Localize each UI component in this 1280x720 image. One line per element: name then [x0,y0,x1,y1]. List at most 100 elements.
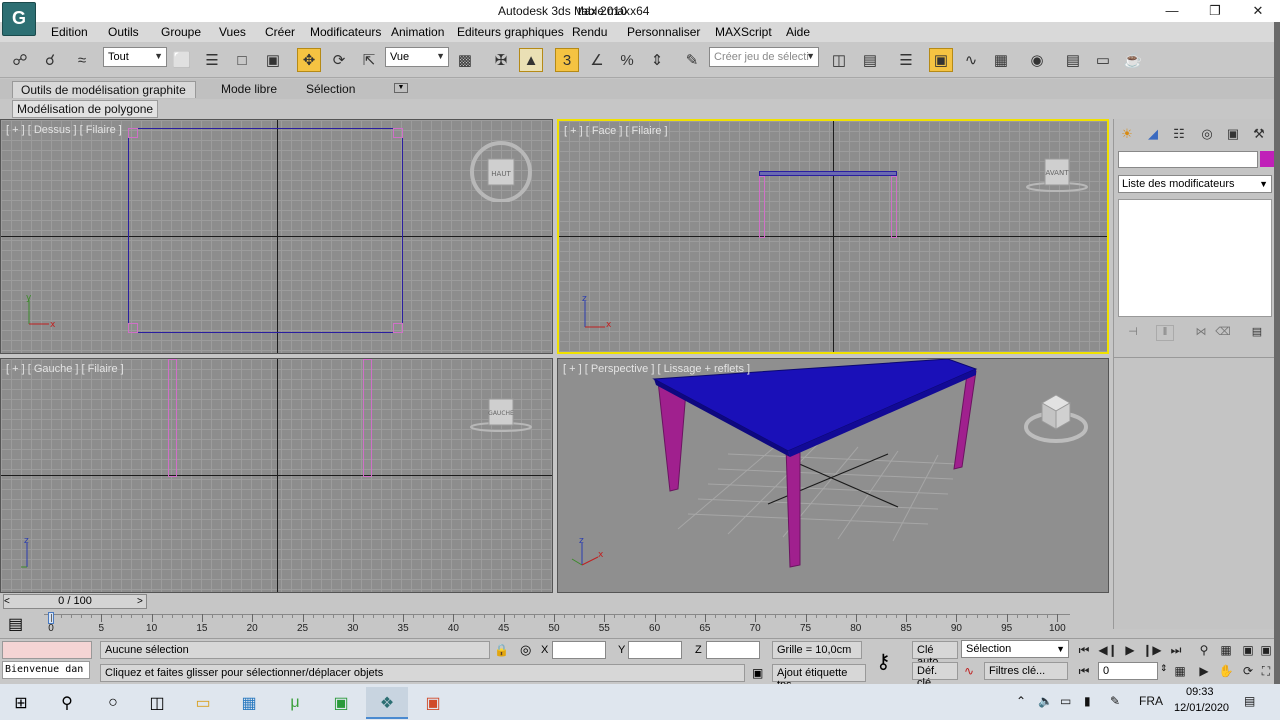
motion-tab-icon[interactable]: ◎ [1196,123,1218,145]
camtasia-icon[interactable]: ▣ [320,687,362,719]
modifier-list-dropdown[interactable]: Liste des modificateurs ▼ [1118,175,1272,193]
make-unique-icon[interactable]: ⋈ [1192,325,1210,341]
configure-sets-icon[interactable]: ▤ [1248,325,1266,341]
viewcube-left[interactable]: GAUCHE [469,391,533,455]
object-color-swatch[interactable] [1260,151,1274,167]
menu-modificateurs[interactable]: Modificateurs [310,25,381,39]
add-time-tag-button[interactable]: Ajout étiquette tps [772,664,866,691]
mirror-icon[interactable]: ◫ [827,48,851,72]
play-icon[interactable]: ▶ [1120,641,1140,659]
menu-groupe[interactable]: Groupe [161,25,201,39]
zoom-extents-all-icon[interactable]: ▣ [1256,641,1276,659]
x-coordinate-field[interactable] [552,641,606,659]
menu-aide[interactable]: Aide [786,25,810,39]
tab-graphite-modeling[interactable]: Outils de modélisation graphite [12,81,196,98]
cortana-icon[interactable]: ○ [92,687,134,719]
viewcube-top[interactable]: HAUT [469,138,533,202]
time-tag-icon[interactable]: ▣ [752,666,763,680]
curve-editor-mini-icon[interactable]: ▤ [8,614,32,636]
display-tab-icon[interactable]: ▣ [1222,123,1244,145]
modifier-stack[interactable] [1118,199,1272,317]
current-frame-field[interactable]: 0 [1098,662,1158,680]
key-filters-button[interactable]: Filtres clé... [984,662,1068,680]
material-editor-icon[interactable]: ◉ [1025,48,1049,72]
object-name-field[interactable] [1118,151,1258,168]
next-frame-icon[interactable]: ❙▶ [1142,641,1162,659]
time-config-icon[interactable]: ▦ [1170,662,1190,680]
viewport-label[interactable]: [ + ] [ Dessus ] [ Filaire ] [6,124,122,136]
hierarchy-tab-icon[interactable]: ☷ [1168,123,1190,145]
maximize-viewport-icon[interactable]: ⛶ [1256,662,1276,680]
pin-stack-icon[interactable]: ⊣ [1124,325,1142,341]
menu-animation[interactable]: Animation [391,25,444,39]
menu-rendu[interactable]: Rendu [572,25,607,39]
frame-spinner-icon[interactable]: ⇕ [1160,663,1168,674]
render-production-icon[interactable]: ☕ [1121,48,1145,72]
show-hidden-icons[interactable]: ⌃ [1016,694,1026,708]
viewport-top[interactable]: [ + ] [ Dessus ] [ Filaire ] HAUT y x [0,119,553,354]
battery-icon[interactable]: ▮ [1084,694,1091,708]
link-icon[interactable]: ☍ [8,48,32,72]
window-crossing-icon[interactable]: ▣ [261,48,285,72]
menu-maxscript[interactable]: MAXScript [715,25,772,39]
time-slider[interactable]: 0 / 100 [3,594,147,609]
select-move-icon[interactable]: ✥ [297,48,321,72]
go-to-start-icon[interactable]: ⏮ [1074,641,1094,659]
field-of-view-icon[interactable]: ▶ [1194,662,1214,680]
rendered-frame-icon[interactable]: ▭ [1091,48,1115,72]
percent-snap-icon[interactable]: % [615,48,639,72]
viewcube-front[interactable]: AVANT [1025,149,1089,213]
network-icon[interactable]: ▭ [1060,694,1071,708]
pen-icon[interactable]: ✎ [1110,694,1120,708]
chevron-left-icon[interactable]: < [4,596,10,607]
viewport-left[interactable]: [ + ] [ Gauche ] [ Filaire ] GAUCHE z [0,358,553,593]
maximize-button[interactable]: ❐ [1193,2,1237,20]
graphite-toggle-icon[interactable]: ▣ [929,48,953,72]
schematic-view-icon[interactable]: ▦ [989,48,1013,72]
selection-filter-dropdown[interactable]: Tout ▼ [103,47,167,67]
previous-frame-icon[interactable]: ◀❙ [1098,641,1118,659]
pan-view-icon[interactable]: ✋ [1216,662,1236,680]
edit-named-selection-icon[interactable]: ✎ [680,48,704,72]
menu-vues[interactable]: Vues [219,25,246,39]
curve-editor-icon[interactable]: ∿ [959,48,983,72]
menu-creer[interactable]: Créer [265,25,295,39]
zoom-all-icon[interactable]: ▦ [1216,641,1236,659]
render-setup-icon[interactable]: ▤ [1061,48,1085,72]
tab-selection[interactable]: Sélection [298,81,363,98]
utilities-tab-icon[interactable]: ⚒ [1248,123,1270,145]
store-icon[interactable]: ▦ [228,687,270,719]
auto-key-button[interactable]: Clé auto [912,641,958,668]
menu-edition[interactable]: Edition [51,25,88,39]
layer-manager-icon[interactable]: ☰ [894,48,918,72]
maxscript-output[interactable]: Bienvenue dan [2,661,90,679]
table-top-front[interactable] [759,171,897,176]
pivot-center-icon[interactable]: ▩ [453,48,477,72]
show-end-result-icon[interactable]: ‖ [1156,325,1174,341]
track-bar[interactable]: 0 5 10 15 20 25 30 35 40 45 50 55 60 65 70 75 80 85 90 95 10… [44,610,1070,640]
file-explorer-icon[interactable]: ▭ [182,687,224,719]
viewport-perspective[interactable]: [ + ] [ Perspective ] [ Lissage + reflet… [557,358,1109,593]
table-top-outline[interactable] [128,128,403,333]
go-to-end-icon[interactable]: ⏭ [1166,641,1186,659]
zoom-extents-icon[interactable]: ▣ [1238,641,1258,659]
select-by-name-icon[interactable]: ☰ [200,48,224,72]
clock-date[interactable]: 12/01/2020 [1174,702,1229,714]
clock-time[interactable]: 09:33 [1186,686,1214,698]
create-tab-icon[interactable]: ☀ [1116,123,1138,145]
bind-space-warp-icon[interactable]: ≈ [70,48,94,72]
viewcube-perspective[interactable] [1024,387,1088,451]
named-selection-dropdown[interactable]: Créer jeu de sélecti ▼ [709,47,819,67]
angle-snap-icon[interactable]: ∠ [585,48,609,72]
viewport-label[interactable]: [ + ] [ Face ] [ Filaire ] [564,125,668,137]
lock-selection-icon[interactable]: 🔒 [494,643,509,657]
unlink-icon[interactable]: ☌ [38,48,62,72]
utorrent-icon[interactable]: μ [274,687,316,719]
ribbon-options-icon[interactable]: ▼ [394,83,408,93]
orbit-icon[interactable]: ⟳ [1238,662,1258,680]
menu-personnaliser[interactable]: Personnaliser [627,25,700,39]
minimize-button[interactable]: — [1150,2,1194,20]
tab-freeform[interactable]: Mode libre [213,81,285,98]
application-button[interactable]: G [2,2,36,36]
polygon-modeling-panel[interactable]: Modélisation de polygone [12,100,159,118]
